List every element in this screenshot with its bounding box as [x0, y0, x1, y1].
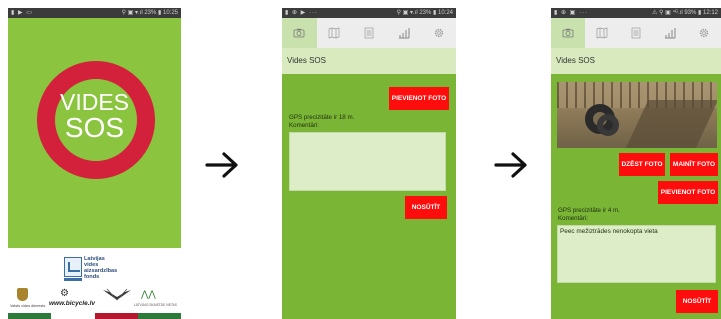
- status-bar: ▮ ⊕ ▣ ··· ⚠ ⚲ ▣ ⁴ᴳ.ıl 93% ▮ 12:12: [551, 8, 721, 18]
- camera-icon: [293, 28, 305, 38]
- lvaf-name: Latvijas vides aizsardzības fonds: [84, 256, 117, 280]
- tab-camera[interactable]: [282, 18, 317, 48]
- send-button[interactable]: NOSŪTĪT: [676, 290, 718, 313]
- tab-settings[interactable]: [687, 18, 721, 48]
- tab-map[interactable]: [585, 18, 619, 48]
- tab-bar: [282, 18, 456, 48]
- status-right: ⚠ ⚲ ▣ ⁴ᴳ.ıl 93% ▮ 12:12: [652, 10, 718, 16]
- gear-icon: [699, 28, 709, 38]
- logo-text-sos: SOS: [64, 112, 125, 143]
- page-title: Vides SOS: [282, 48, 456, 74]
- status-bar: ▮ ▶ ▭ ⚲ ▣ ▾.ıl 23% ▮ 10:25: [8, 8, 181, 18]
- bicycle-logo-text: www.bicycle.lv: [49, 300, 96, 307]
- report-screen-empty: ▮ ⊕ ▶ ··· ⚲ ▣ ▾.ıl 23% ▮ 10:24 Vides SOS…: [282, 8, 456, 319]
- page-title: Vides SOS: [551, 48, 721, 74]
- splash-logo-area: VIDES SOS: [8, 18, 181, 248]
- report-form: PIEVIENOT FOTO GPS precizitāte ir 18 m. …: [282, 74, 456, 319]
- crest-logo: [17, 288, 28, 301]
- gps-accuracy-text: GPS precizitāte ir 4 m.: [558, 207, 620, 214]
- gps-accuracy-text: GPS precizitāte ir 18 m.: [289, 114, 355, 121]
- birds-logo-icon: ⋀⋀: [141, 289, 156, 299]
- tab-bar: [551, 18, 721, 48]
- color-strip: [8, 313, 181, 319]
- bicycle-icon: ⚙: [60, 288, 69, 299]
- tab-list[interactable]: [352, 18, 387, 48]
- status-bar: ▮ ⊕ ▶ ··· ⚲ ▣ ▾.ıl 23% ▮ 10:24: [282, 8, 456, 18]
- sponsor-area: Latvijas vides aizsardzības fonds Valsts…: [8, 248, 181, 319]
- send-button[interactable]: NOSŪTĪT: [405, 196, 447, 219]
- status-left: ▮ ⊕ ▣ ···: [554, 10, 588, 16]
- lvaf-logo: [64, 257, 82, 277]
- crest-caption: Valsts vides dienests: [10, 304, 46, 308]
- status-left: ▮ ⊕ ▶ ···: [285, 10, 318, 16]
- status-right: ⚲ ▣ ▾.ıl 23% ▮ 10:25: [121, 10, 178, 16]
- add-photo-button[interactable]: PIEVIENOT FOTO: [658, 181, 718, 204]
- comment-label: Komentāri:: [558, 215, 588, 222]
- arrow-right-icon: [494, 152, 527, 178]
- comment-textarea[interactable]: Peec mežiztrādes nenokopta vieta: [557, 225, 716, 283]
- delete-photo-button[interactable]: DZĒST FOTO: [619, 153, 665, 176]
- tab-settings[interactable]: [421, 18, 456, 48]
- gear-icon: [434, 28, 443, 38]
- chart-icon: [398, 28, 410, 39]
- report-photo: [557, 82, 717, 148]
- birds-logo-caption: LATVIJAS SKAISTĀS VIETAS: [134, 303, 177, 307]
- camera-icon: [562, 28, 574, 38]
- change-photo-button[interactable]: MAINĪT FOTO: [670, 153, 718, 176]
- arrow-right-icon: [205, 152, 238, 178]
- wings-logo-icon: [103, 288, 131, 301]
- map-icon: [328, 27, 340, 39]
- tab-chart[interactable]: [386, 18, 421, 48]
- tab-list[interactable]: [619, 18, 653, 48]
- status-right: ⚲ ▣ ▾.ıl 23% ▮ 10:24: [396, 10, 453, 16]
- photo-tyre: [597, 114, 619, 136]
- tab-chart[interactable]: [653, 18, 687, 48]
- comment-label: Komentāri:: [289, 122, 319, 129]
- comment-textarea[interactable]: [289, 132, 446, 191]
- lvaf-line: fonds: [84, 274, 100, 280]
- tab-map[interactable]: [317, 18, 352, 48]
- status-left: ▮ ▶ ▭: [11, 10, 33, 16]
- tab-camera[interactable]: [551, 18, 585, 48]
- list-icon: [631, 27, 641, 39]
- report-screen-filled: ▮ ⊕ ▣ ··· ⚠ ⚲ ▣ ⁴ᴳ.ıl 93% ▮ 12:12 Vides …: [551, 8, 721, 319]
- add-photo-button[interactable]: PIEVIENOT FOTO: [389, 87, 449, 110]
- chart-icon: [665, 28, 676, 39]
- map-icon: [596, 27, 608, 39]
- lvaf-logo-strip: [64, 278, 82, 281]
- list-icon: [364, 27, 374, 39]
- splash-screen: ▮ ▶ ▭ ⚲ ▣ ▾.ıl 23% ▮ 10:25 VIDES SOS Lat…: [8, 8, 181, 319]
